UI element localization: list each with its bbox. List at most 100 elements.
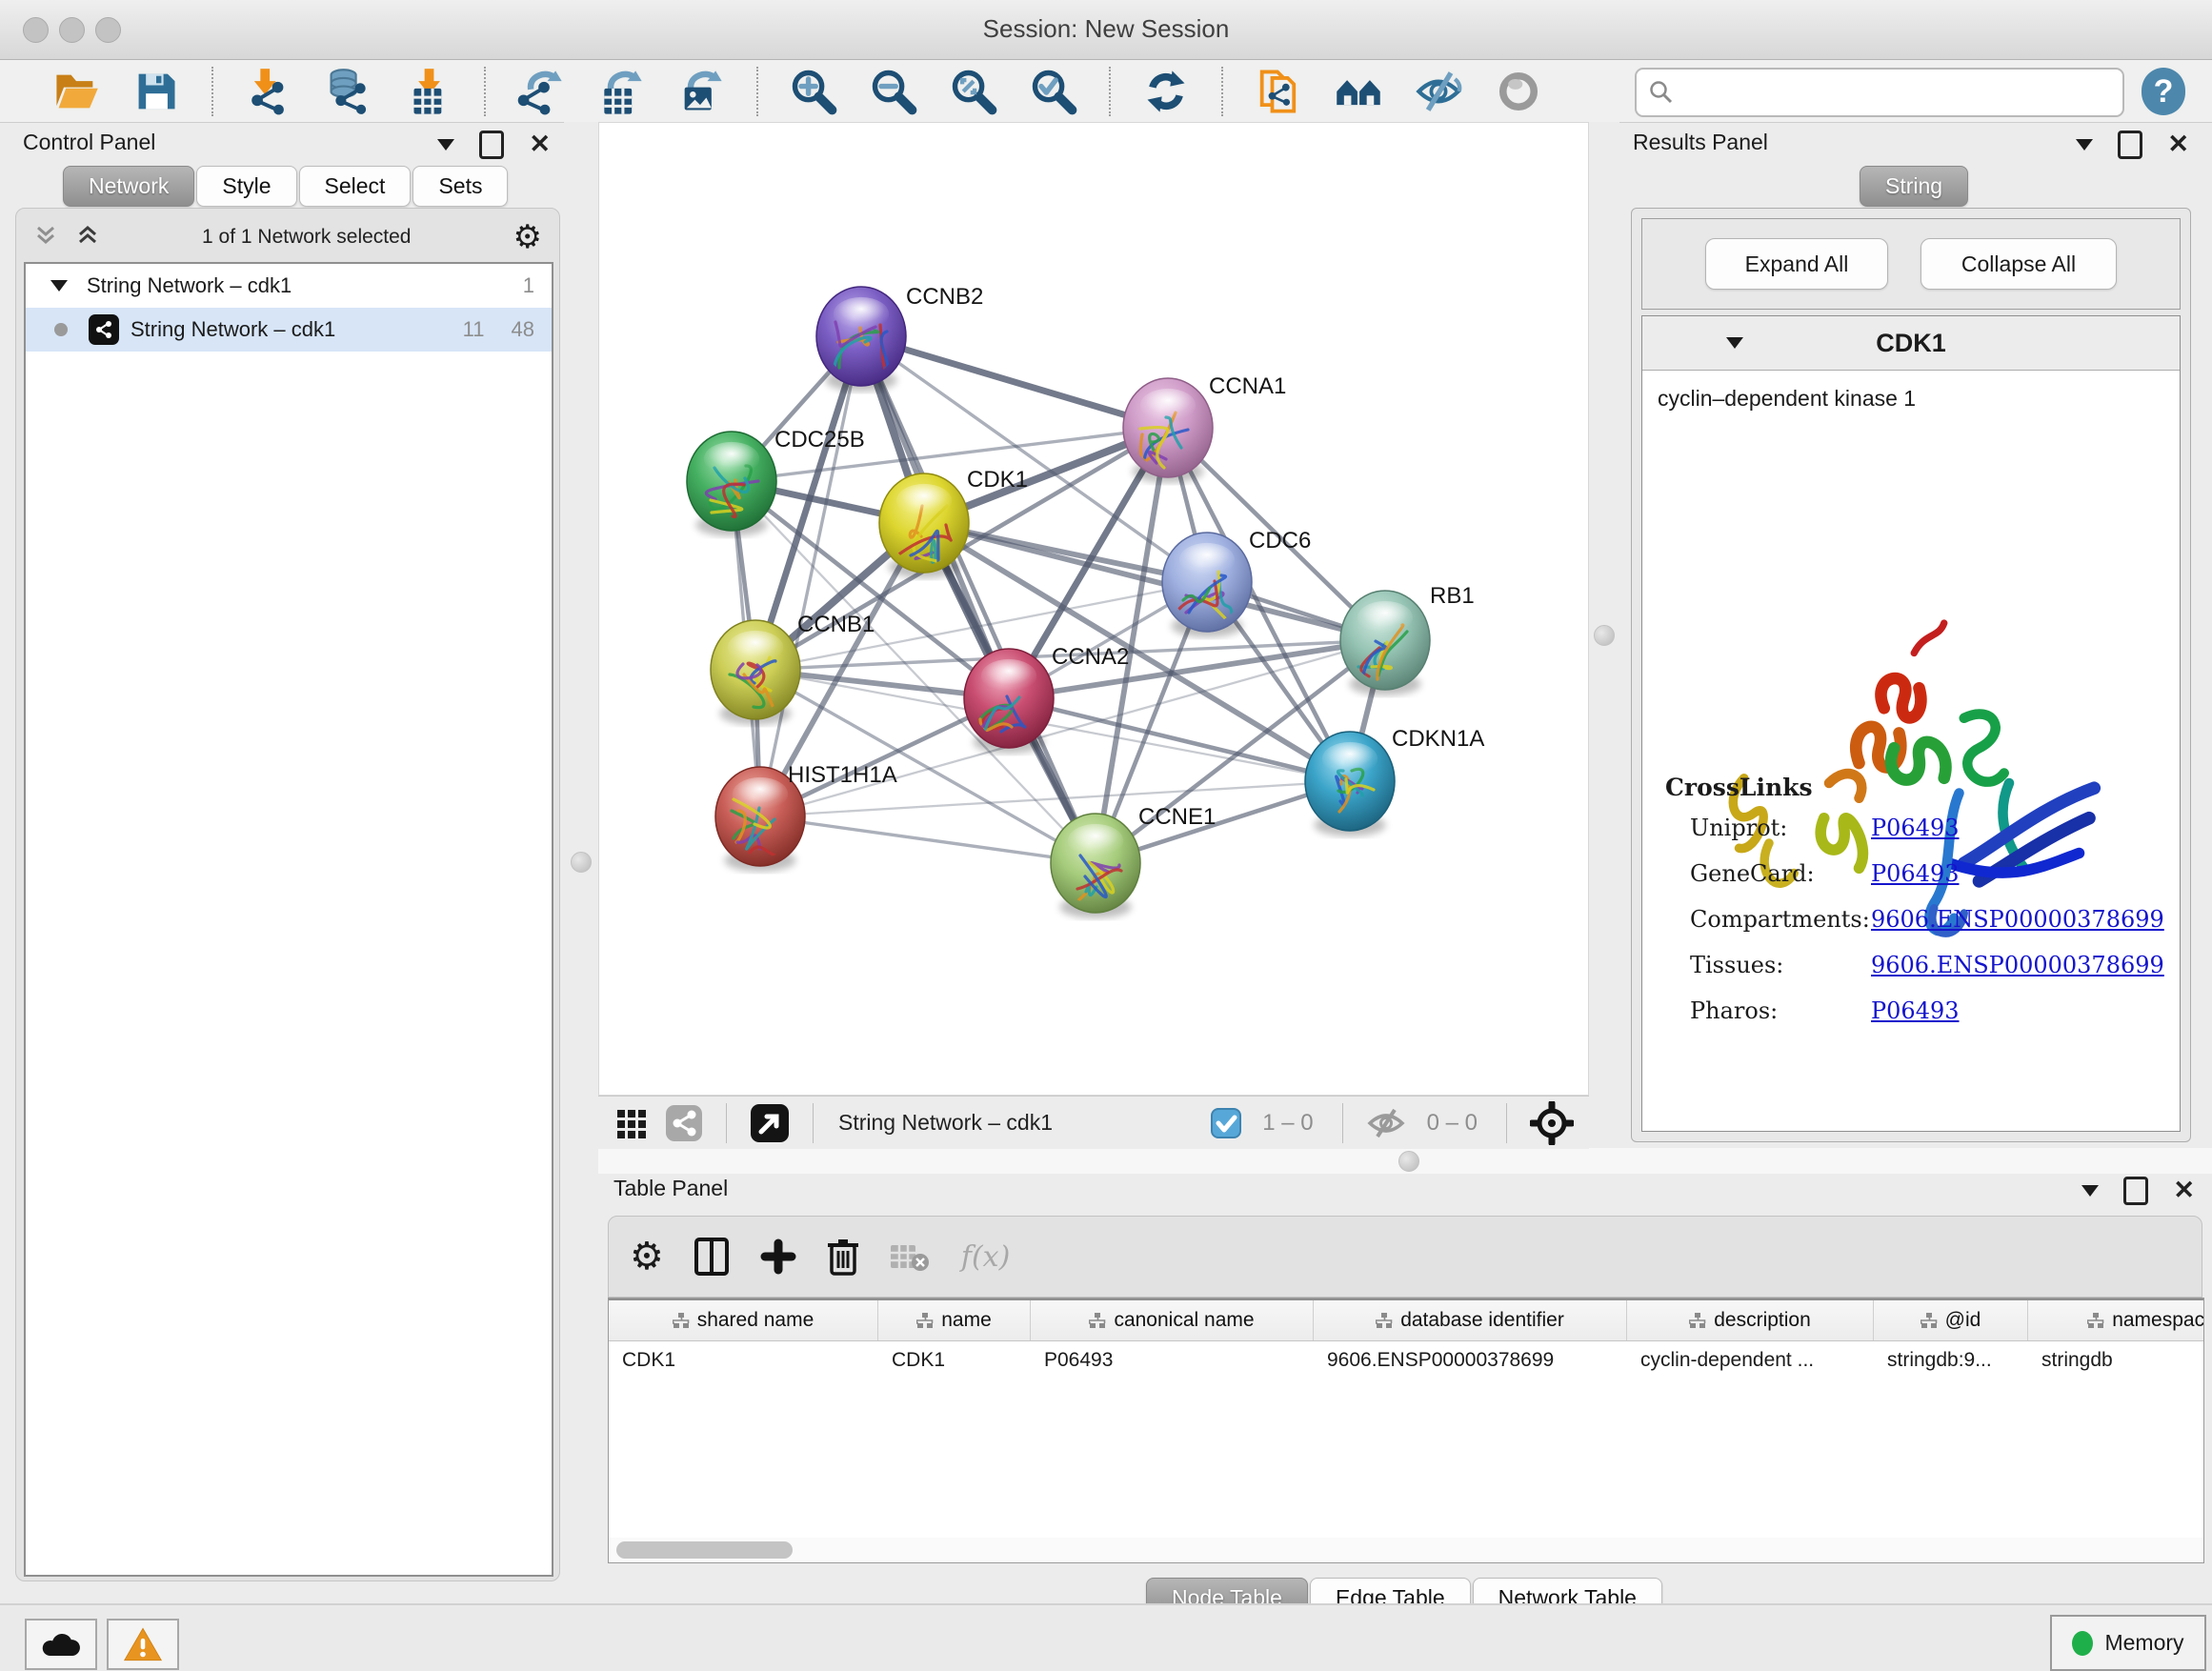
cell-namespace[interactable]: stringdb xyxy=(2028,1349,2204,1372)
panel-float-icon[interactable] xyxy=(479,131,504,159)
cell-database-identifier[interactable]: 9606.ENSP00000378699 xyxy=(1314,1349,1627,1372)
collapse-all-icon[interactable] xyxy=(75,223,100,252)
network-node-CCNA2[interactable] xyxy=(964,649,1054,748)
fx-icon[interactable]: f(x) xyxy=(961,1240,1010,1274)
cell-description[interactable]: cyclin-dependent ... xyxy=(1627,1349,1874,1372)
panel-float-icon[interactable] xyxy=(2118,131,2142,159)
refresh-icon[interactable] xyxy=(1139,65,1193,118)
crosslink-link[interactable]: 9606.ENSP00000378699 xyxy=(1871,952,2164,978)
import-table-icon[interactable] xyxy=(402,65,455,118)
network-node-CDC6[interactable] xyxy=(1162,533,1252,632)
selected-checkbox-icon[interactable] xyxy=(1211,1108,1241,1138)
tab-style[interactable]: Style xyxy=(196,166,296,207)
home-icon[interactable] xyxy=(1332,65,1385,118)
panel-menu-icon[interactable] xyxy=(2081,1185,2099,1197)
import-database-icon[interactable] xyxy=(322,65,375,118)
add-icon[interactable] xyxy=(759,1236,797,1278)
network-node-CDC25B[interactable] xyxy=(687,432,776,531)
crosslink-link[interactable]: P06493 xyxy=(1871,815,1960,841)
trash-icon[interactable] xyxy=(826,1236,860,1278)
column-header-canonical-name[interactable]: canonical name xyxy=(1031,1300,1314,1340)
tab-select[interactable]: Select xyxy=(299,166,412,207)
column-header-@id[interactable]: @id xyxy=(1874,1300,2028,1340)
help-button[interactable]: ? xyxy=(2142,68,2185,115)
cell-@id[interactable]: stringdb:9... xyxy=(1874,1349,2028,1372)
column-header-shared-name[interactable]: shared name xyxy=(609,1300,878,1340)
network-node-CCNB1[interactable] xyxy=(711,620,800,719)
crosslink-link[interactable]: 9606.ENSP00000378699 xyxy=(1871,906,2164,933)
tab-string[interactable]: String xyxy=(1860,166,1968,207)
memory-button[interactable]: Memory xyxy=(2050,1615,2206,1671)
table-gear-icon[interactable]: ⚙ xyxy=(630,1235,664,1278)
zoom-selected-icon[interactable] xyxy=(1027,65,1080,118)
column-header-database-identifier[interactable]: database identifier xyxy=(1314,1300,1627,1340)
right-splitter[interactable] xyxy=(1589,122,1619,1148)
column-header-name[interactable]: name xyxy=(878,1300,1031,1340)
network-node-CCNA1[interactable] xyxy=(1123,378,1213,477)
entry-header[interactable]: CDK1 xyxy=(1642,316,2180,371)
entry-collapse-icon[interactable] xyxy=(1726,337,1743,349)
crosslink-link[interactable]: P06493 xyxy=(1871,860,1960,887)
export-table-icon[interactable] xyxy=(594,65,648,118)
columns-icon[interactable] xyxy=(693,1236,731,1278)
zoom-out-icon[interactable] xyxy=(867,65,920,118)
panel-menu-icon[interactable] xyxy=(2076,139,2093,151)
column-header-description[interactable]: description xyxy=(1627,1300,1874,1340)
splitter-handle-icon[interactable] xyxy=(1594,625,1615,646)
network-options-gear-icon[interactable]: ⚙ xyxy=(513,218,542,256)
network-node-CDKN1A[interactable] xyxy=(1305,732,1395,831)
panel-menu-icon[interactable] xyxy=(437,139,454,151)
zoom-in-icon[interactable] xyxy=(787,65,840,118)
tab-sets[interactable]: Sets xyxy=(412,166,508,207)
panel-close-icon[interactable]: ✕ xyxy=(529,130,551,159)
share-document-icon[interactable] xyxy=(1252,65,1305,118)
network-node-CCNE1[interactable] xyxy=(1051,814,1140,913)
delete-column-icon[interactable] xyxy=(889,1238,933,1276)
tab-network[interactable]: Network xyxy=(63,166,194,207)
splitter-handle-icon[interactable] xyxy=(1398,1151,1419,1172)
splitter-handle-icon[interactable] xyxy=(571,852,592,873)
grid-view-icon[interactable] xyxy=(615,1106,650,1140)
export-network-icon[interactable] xyxy=(514,65,568,118)
birdseye-view-icon[interactable] xyxy=(1530,1101,1574,1145)
table-row[interactable]: CDK1CDK1P064939606.ENSP00000378699cyclin… xyxy=(609,1341,2203,1379)
hide-selected-icon[interactable] xyxy=(1412,65,1465,118)
cell-canonical-name[interactable]: P06493 xyxy=(1031,1349,1314,1372)
network-canvas[interactable]: CCNB2CCNA1CDC25BCDK1CDC6RB1CCNB1CCNA2CDK… xyxy=(598,122,1589,1096)
export-image-icon[interactable] xyxy=(674,65,728,118)
panel-float-icon[interactable] xyxy=(2123,1177,2148,1205)
table-horizontal-scrollbar[interactable] xyxy=(608,1538,2204,1563)
crosslink-link[interactable]: P06493 xyxy=(1871,997,1960,1024)
zoom-fit-icon[interactable] xyxy=(947,65,1000,118)
network-graph[interactable]: CCNB2CCNA1CDC25BCDK1CDC6RB1CCNB1CCNA2CDK… xyxy=(599,123,1590,1097)
network-node-RB1[interactable] xyxy=(1340,591,1430,690)
expand-all-button[interactable]: Expand All xyxy=(1705,238,1888,290)
search-input[interactable] xyxy=(1675,79,2122,106)
cell-name[interactable]: CDK1 xyxy=(878,1349,1031,1372)
expand-all-icon[interactable] xyxy=(33,223,58,252)
network-node-CDK1[interactable] xyxy=(879,473,969,573)
network-row[interactable]: String Network – cdk1 11 48 xyxy=(26,308,552,352)
open-in-window-icon[interactable] xyxy=(750,1103,790,1143)
column-header-namespace[interactable]: namespace xyxy=(2028,1300,2204,1340)
panel-close-icon[interactable]: ✕ xyxy=(2167,130,2189,159)
collapse-all-button[interactable]: Collapse All xyxy=(1920,238,2117,290)
cell-shared-name[interactable]: CDK1 xyxy=(609,1349,878,1372)
panel-close-icon[interactable]: ✕ xyxy=(2173,1176,2195,1205)
import-network-icon[interactable] xyxy=(242,65,295,118)
collection-expand-icon[interactable] xyxy=(50,280,68,292)
network-node-CCNB2[interactable] xyxy=(816,287,906,386)
warning-button[interactable] xyxy=(107,1619,179,1670)
hidden-eye-icon[interactable] xyxy=(1366,1106,1406,1140)
open-session-icon[interactable] xyxy=(50,65,103,118)
search-box[interactable] xyxy=(1635,68,2124,117)
cloud-button[interactable] xyxy=(25,1619,97,1670)
network-collection-row[interactable]: String Network – cdk1 1 xyxy=(26,264,552,308)
horizontal-splitter[interactable] xyxy=(598,1148,2212,1174)
network-view-icon[interactable] xyxy=(665,1104,703,1142)
save-session-icon[interactable] xyxy=(130,65,183,118)
scrollbar-thumb[interactable] xyxy=(616,1541,793,1559)
left-splitter[interactable] xyxy=(564,122,598,1615)
hidden-count: 0 – 0 xyxy=(1427,1110,1478,1137)
show-all-icon[interactable] xyxy=(1492,65,1545,118)
